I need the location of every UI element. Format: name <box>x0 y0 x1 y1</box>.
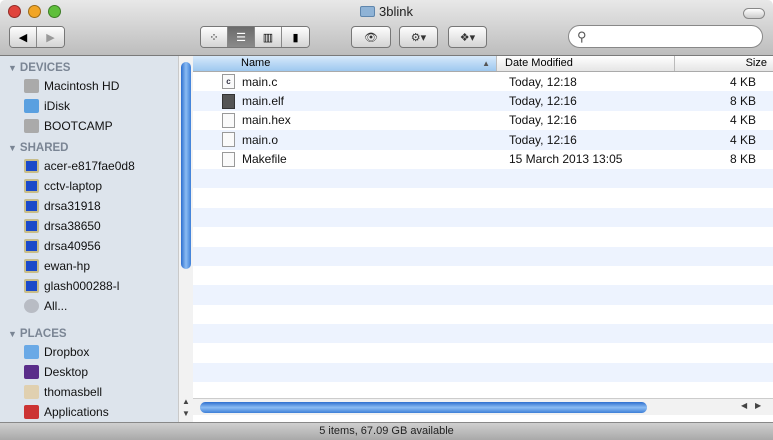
computer-icon <box>24 279 39 293</box>
empty-row <box>193 362 773 383</box>
scroll-thumb[interactable] <box>200 402 647 413</box>
column-view-button[interactable]: ▥ <box>255 27 282 47</box>
scroll-right-arrow[interactable]: ▶ <box>755 401 761 410</box>
date-column-header[interactable]: Date Modified <box>497 56 675 71</box>
scroll-down-arrow[interactable]: ▼ <box>182 409 190 418</box>
coverflow-view-button[interactable]: ▮ <box>282 27 309 47</box>
sidebar-item-bootcamp[interactable]: BOOTCAMP <box>0 116 178 136</box>
empty-row <box>193 324 773 344</box>
network-globe-icon <box>24 299 39 313</box>
computer-icon <box>24 179 39 193</box>
c-file-icon: c <box>222 74 235 90</box>
sidebar-item-shared[interactable]: ewan-hp <box>0 256 178 276</box>
dropbox-icon <box>24 345 39 359</box>
empty-row <box>193 207 773 228</box>
sidebar-item-shared[interactable]: acer-e817fae0d8 <box>0 156 178 176</box>
desktop-icon <box>24 365 39 379</box>
eye-icon: 👁 <box>364 31 378 44</box>
home-icon <box>24 385 39 399</box>
file-list: Name ▲ Date Modified Size c main.c Today, 1… <box>193 56 773 422</box>
sidebar-item-all[interactable]: All... <box>0 296 178 316</box>
document-icon <box>222 112 235 128</box>
horizontal-scrollbar[interactable]: ◀ ▶ <box>193 398 773 415</box>
toolbar-toggle-button[interactable] <box>743 8 765 19</box>
sidebar-item-shared[interactable]: drsa38650 <box>0 216 178 236</box>
file-row[interactable]: c main.c Today, 12:18 4 KB <box>193 72 773 91</box>
sidebar-item-shared[interactable]: cctv-laptop <box>0 176 178 196</box>
sidebar-item-shared[interactable]: drsa40956 <box>0 236 178 256</box>
size-column-header[interactable]: Size <box>675 56 773 71</box>
view-switcher: ⁘ ☰ ▥ ▮ <box>200 26 310 48</box>
quick-look-button[interactable]: 👁 <box>351 26 391 48</box>
empty-row <box>193 227 773 246</box>
sort-ascending-icon: ▲ <box>482 59 490 68</box>
file-row[interactable]: main.hex Today, 12:16 4 KB <box>193 111 773 130</box>
scroll-thumb[interactable] <box>181 62 191 269</box>
shared-section[interactable]: ▼ SHARED <box>0 136 178 156</box>
sidebar-item-home[interactable]: thomasbell <box>0 382 178 402</box>
empty-row <box>193 188 773 207</box>
file-row[interactable]: main.o Today, 12:16 4 KB <box>193 130 773 150</box>
title-text: 3blink <box>379 4 413 19</box>
sidebar-scrollbar[interactable]: ▲ ▼ <box>178 56 193 422</box>
sidebar: ▼ DEVICES Macintosh HD iDisk BOOTCAMP ▼ SH… <box>0 56 178 422</box>
hard-drive-icon <box>24 119 39 133</box>
idisk-icon <box>24 99 39 113</box>
scroll-up-arrow[interactable]: ▲ <box>182 397 190 406</box>
sidebar-item-shared[interactable]: drsa31918 <box>0 196 178 216</box>
back-button[interactable]: ◀ <box>10 27 37 47</box>
name-column-header[interactable]: Name ▲ <box>193 56 497 71</box>
empty-row <box>193 266 773 285</box>
sidebar-item-macintosh-hd[interactable]: Macintosh HD <box>0 76 178 96</box>
computer-icon <box>24 159 39 173</box>
hard-drive-icon <box>24 79 39 93</box>
status-bar: 5 items, 67.09 GB available <box>0 422 773 440</box>
forward-button[interactable]: ▶ <box>37 27 64 47</box>
file-row[interactable]: main.elf Today, 12:16 8 KB <box>193 91 773 111</box>
sidebar-item-shared[interactable]: glash000288-l <box>0 276 178 296</box>
empty-row <box>193 343 773 362</box>
computer-icon <box>24 259 39 273</box>
document-icon <box>222 151 235 167</box>
dropbox-button[interactable]: ❖▾ <box>448 26 487 48</box>
computer-icon <box>24 239 39 253</box>
empty-row <box>193 246 773 266</box>
computer-icon <box>24 219 39 233</box>
action-button[interactable]: ⚙▾ <box>399 26 438 48</box>
devices-section[interactable]: ▼ DEVICES <box>0 56 178 76</box>
empty-row <box>193 285 773 305</box>
rows: c main.c Today, 12:18 4 KB main.elf Today, 1… <box>193 72 773 402</box>
empty-row <box>193 305 773 324</box>
empty-row <box>193 168 773 189</box>
file-row[interactable]: Makefile 15 March 2013 13:05 8 KB <box>193 150 773 169</box>
column-header: Name ▲ Date Modified Size <box>193 56 773 72</box>
nav-buttons: ◀ ▶ <box>9 26 65 48</box>
search-icon: ⚲ <box>577 29 587 44</box>
sidebar-item-dropbox[interactable]: Dropbox <box>0 342 178 362</box>
sidebar-item-idisk[interactable]: iDisk <box>0 96 178 116</box>
places-section[interactable]: ▼ PLACES <box>0 322 178 342</box>
sidebar-item-applications[interactable]: Applications <box>0 402 178 422</box>
document-icon <box>222 132 235 148</box>
search-input[interactable]: ⚲ <box>568 25 763 48</box>
list-view-button[interactable]: ☰ <box>228 27 255 47</box>
executable-icon <box>222 93 235 109</box>
icon-view-button[interactable]: ⁘ <box>201 27 228 47</box>
scroll-left-arrow[interactable]: ◀ <box>741 401 747 410</box>
gear-icon: ⚙▾ <box>410 31 427 44</box>
dropbox-icon: ❖▾ <box>459 31 476 44</box>
window-title: 3blink <box>0 4 773 19</box>
computer-icon <box>24 199 39 213</box>
folder-icon <box>360 6 376 17</box>
applications-icon <box>24 405 39 419</box>
sidebar-item-desktop[interactable]: Desktop <box>0 362 178 382</box>
toolbar: 3blink ◀ ▶ ⁘ ☰ ▥ ▮ 👁 ⚙▾ ❖▾ ⚲ <box>0 0 773 56</box>
